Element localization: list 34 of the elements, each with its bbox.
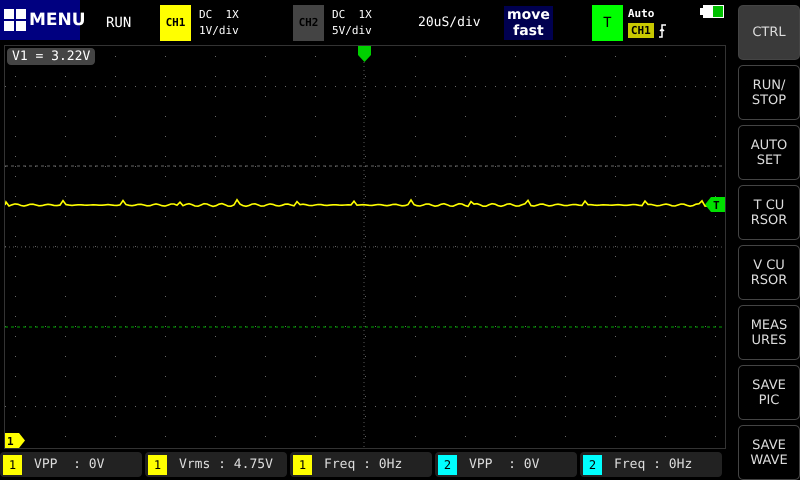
sidebar-button[interactable]: SAVE WAVE (738, 425, 800, 480)
cursor-readout: V1 = 3.22V (7, 48, 96, 65)
trigger-position-marker-icon[interactable] (358, 46, 371, 62)
run-status: RUN (106, 14, 132, 30)
channel-badge[interactable]: CH1 (160, 4, 191, 40)
move-mode[interactable]: move fast (504, 6, 553, 40)
timebase: 20uS/div (418, 15, 482, 30)
channel-marker[interactable]: 1 (5, 433, 25, 448)
sidebar-button[interactable]: CTRL (738, 5, 800, 60)
battery-icon (700, 5, 724, 18)
sidebar-button[interactable]: RUN/ STOP (738, 65, 800, 120)
channel-tag: 2 (438, 454, 457, 474)
channel-tag: 1 (293, 454, 312, 474)
sidebar-button[interactable]: MEAS URES (738, 305, 800, 360)
channel-tag: 1 (148, 454, 167, 474)
channel-tag: 2 (583, 454, 602, 474)
sidebar-button[interactable]: SAVE PIC (738, 365, 800, 420)
measurement-value: VPP : 0V (469, 457, 540, 472)
trigger-level-marker[interactable]: T (705, 197, 725, 212)
trigger-source: CH1 (628, 23, 654, 38)
channel-settings: DC 1X 5V/div (332, 6, 373, 38)
channel-tag: 1 (3, 454, 22, 474)
grid-icon (4, 9, 26, 31)
measurement-value: Freq : 0Hz (614, 457, 692, 472)
sidebar-button[interactable]: AUTO SET (738, 125, 800, 180)
sidebar-button[interactable]: V CU RSOR (738, 245, 800, 300)
trigger-badge[interactable]: T (592, 4, 623, 40)
trigger-mode: Auto (628, 7, 656, 20)
channel-settings: DC 1X 1V/div (199, 6, 240, 38)
measurement-value: VPP : 0V (34, 457, 104, 472)
rising-edge-icon (658, 24, 666, 38)
measurement-value: Vrms : 4.75V (179, 457, 273, 472)
sidebar-button[interactable]: T CU RSOR (738, 185, 800, 240)
measurement-value: Freq : 0Hz (324, 457, 402, 472)
